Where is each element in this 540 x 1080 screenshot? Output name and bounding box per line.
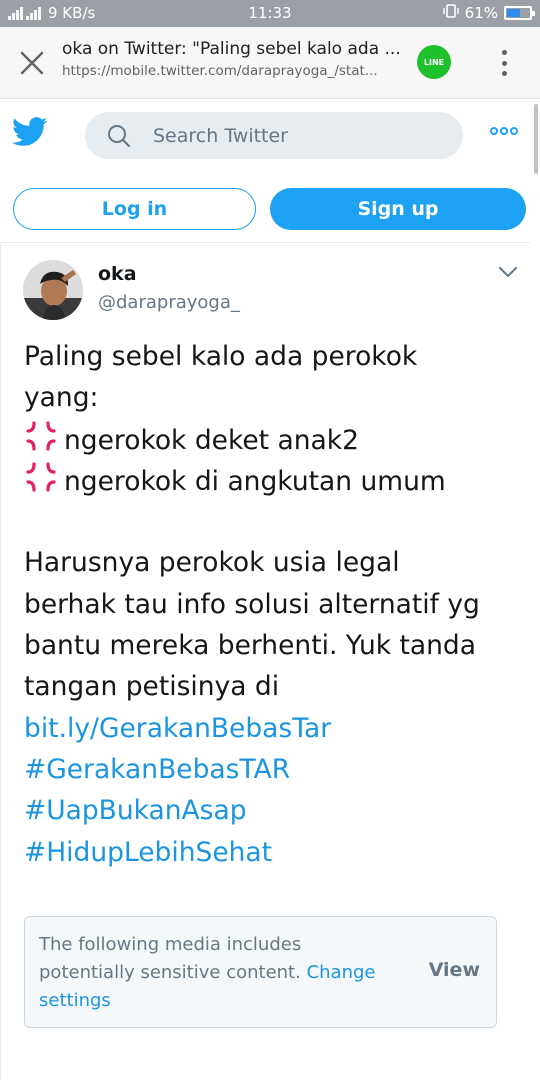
hashtag-link[interactable]: #UapBukanAsap: [24, 795, 247, 826]
line-label: LINE: [423, 57, 445, 67]
tweet-line: tangan petisinya di: [24, 671, 280, 703]
bullet-text: ngerokok deket anak2: [64, 424, 359, 456]
view-media-button[interactable]: View: [429, 959, 480, 981]
sensitive-media-notice: The following media includes potentially…: [24, 916, 497, 1028]
author-handle[interactable]: @daraprayoga_: [98, 292, 240, 313]
hashtag-link[interactable]: #HidupLebihSehat: [24, 837, 272, 868]
more-menu-icon[interactable]: [490, 127, 518, 135]
tweet-line: yang:: [24, 382, 99, 414]
login-button[interactable]: Log in: [13, 188, 256, 230]
tweet-bullet: ngerokok deket anak2: [24, 419, 524, 460]
tweet-bullet: ngerokok di angkutan umum: [24, 460, 524, 501]
browser-toolbar: oka on Twitter: "Paling sebel kalo ada .…: [0, 27, 540, 99]
bullet-text: ngerokok di angkutan umum: [64, 465, 446, 497]
sensitive-text: potentially sensitive content.: [39, 962, 301, 983]
tweet-line: berhak tau info solusi alternatif yg: [24, 588, 480, 620]
tweet-line: Harusnya perokok usia legal: [24, 547, 400, 579]
browser-title-area: oka on Twitter: "Paling sebel kalo ada .…: [62, 39, 402, 79]
search-icon: [107, 124, 131, 148]
twitter-logo-icon[interactable]: [12, 117, 48, 147]
battery-icon: [504, 6, 535, 20]
page-url: https://mobile.twitter.com/daraprayoga_/…: [62, 63, 378, 79]
tweet-line: bantu mereka berhenti. Yuk tanda: [24, 630, 476, 662]
status-bar: 9 KB/s 11:33 61%: [0, 0, 540, 27]
close-icon[interactable]: [18, 49, 46, 77]
tweet-line: Paling sebel kalo ada perokok: [24, 341, 418, 372]
anger-symbol-icon: [24, 460, 58, 494]
search-input[interactable]: [153, 112, 443, 159]
author-name[interactable]: oka: [98, 263, 137, 285]
chevron-down-icon[interactable]: [497, 264, 519, 278]
signup-button[interactable]: Sign up: [270, 188, 526, 230]
anger-symbol-icon: [24, 419, 58, 453]
sensitive-message: The following media includes potentially…: [39, 931, 399, 1015]
vibrate-icon: [442, 4, 459, 22]
search-box[interactable]: [85, 112, 463, 159]
tweet: oka @daraprayoga_ Paling sebel kalo ada …: [0, 244, 540, 1080]
line-share-icon[interactable]: LINE: [417, 45, 451, 79]
hashtag-link[interactable]: #GerakanBebasTAR: [24, 754, 290, 785]
battery-fill: [507, 9, 521, 17]
avatar[interactable]: [23, 260, 83, 320]
more-options-icon[interactable]: [497, 47, 511, 79]
battery-percent: 61%: [464, 4, 498, 22]
petition-link[interactable]: bit.ly/GerakanBebasTar: [24, 713, 331, 744]
scrollbar-thumb[interactable]: [534, 104, 538, 174]
tweet-text: Paling sebel kalo ada perokok yang: nger…: [24, 336, 524, 873]
twitter-header: Log in Sign up: [0, 99, 540, 243]
sensitive-text: The following media includes: [39, 934, 302, 955]
battery-indicators: 61%: [442, 4, 535, 22]
page-title: oka on Twitter: "Paling sebel kalo ada .…: [62, 39, 401, 59]
